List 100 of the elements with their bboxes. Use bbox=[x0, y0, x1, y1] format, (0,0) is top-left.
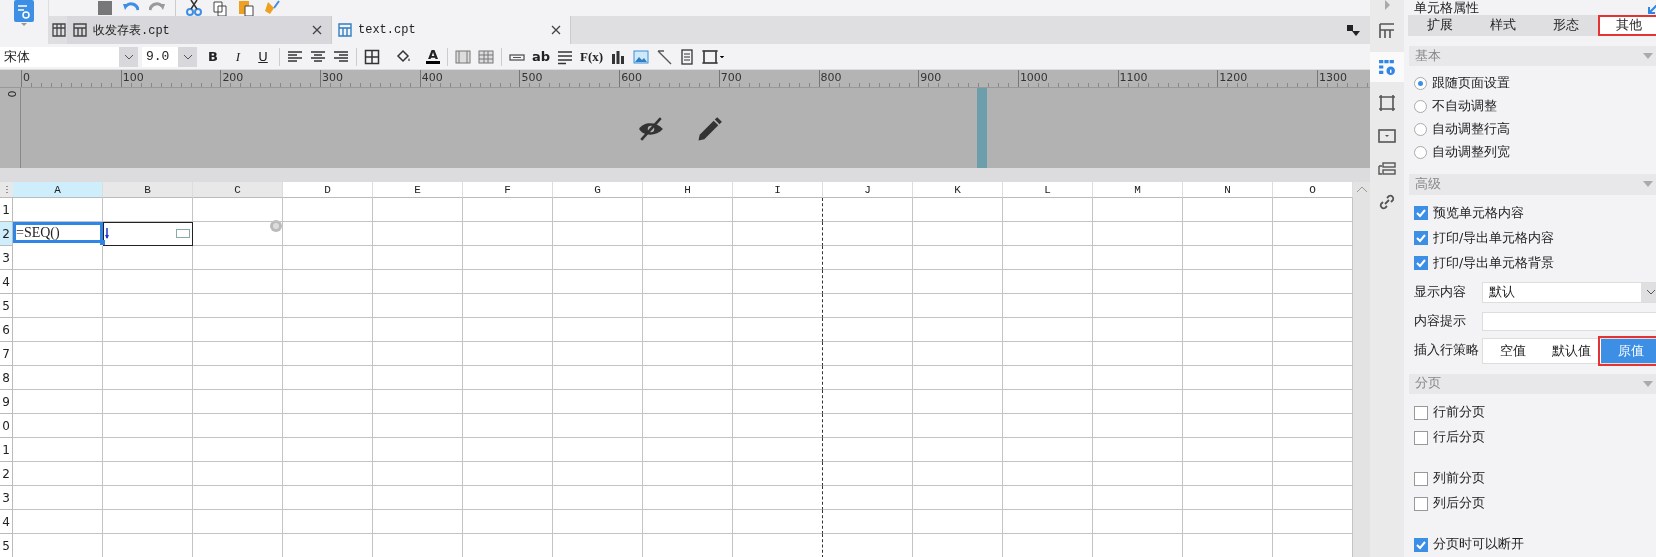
property-tab[interactable]: 扩展 bbox=[1408, 14, 1472, 36]
underline-button[interactable]: U bbox=[254, 49, 272, 64]
document-tab[interactable]: 收发存表.cpt bbox=[67, 16, 332, 44]
input-field[interactable] bbox=[1482, 311, 1656, 331]
column-header[interactable]: L bbox=[1003, 182, 1093, 198]
row-header[interactable]: 2 bbox=[0, 462, 13, 486]
checkbox[interactable] bbox=[1414, 537, 1428, 552]
property-tab[interactable]: 其他 bbox=[1597, 14, 1656, 36]
radio-button[interactable] bbox=[1414, 100, 1427, 114]
report-icon[interactable] bbox=[679, 48, 696, 65]
copy-icon[interactable] bbox=[212, 0, 228, 16]
column-header[interactable]: M bbox=[1093, 182, 1183, 198]
radio-button[interactable] bbox=[1414, 77, 1427, 91]
radio-button[interactable] bbox=[1414, 123, 1427, 137]
table-cell[interactable]: =SEQ() bbox=[13, 222, 103, 243]
column-header[interactable]: O bbox=[1273, 182, 1353, 198]
column-header[interactable]: J bbox=[823, 182, 913, 198]
text-button[interactable]: ab bbox=[532, 49, 551, 64]
checkbox[interactable] bbox=[1414, 471, 1428, 486]
table-cell[interactable] bbox=[103, 222, 193, 246]
align-center-icon[interactable] bbox=[310, 48, 326, 65]
brush-icon[interactable] bbox=[264, 0, 280, 16]
report-designer-icon[interactable] bbox=[13, 0, 35, 22]
dropdown-box-icon[interactable] bbox=[1378, 127, 1396, 145]
checkbox[interactable] bbox=[1414, 231, 1428, 246]
layout-icon[interactable] bbox=[1378, 22, 1396, 40]
crop-frame-icon[interactable] bbox=[1378, 94, 1396, 112]
align-left-icon[interactable] bbox=[287, 48, 303, 65]
checkbox[interactable] bbox=[1414, 496, 1428, 511]
checkbox[interactable] bbox=[1414, 405, 1428, 420]
merge-cells-icon[interactable] bbox=[455, 48, 472, 65]
drag-handle-icon[interactable] bbox=[4, 185, 9, 194]
bold-button[interactable]: B bbox=[204, 49, 222, 64]
column-header[interactable]: G bbox=[553, 182, 643, 198]
caret-icon[interactable] bbox=[1643, 380, 1653, 387]
font-size-select[interactable]: 9.0 bbox=[142, 46, 197, 67]
page-boundary-marker[interactable] bbox=[977, 88, 987, 168]
caret-icon[interactable] bbox=[1643, 181, 1653, 188]
row-header[interactable]: 5 bbox=[0, 294, 13, 318]
checkbox[interactable] bbox=[1414, 206, 1428, 221]
sheet-corner[interactable] bbox=[0, 182, 13, 198]
bar-chart-icon[interactable] bbox=[610, 48, 627, 65]
formula-button[interactable]: F(x) bbox=[580, 48, 604, 65]
link-icon[interactable] bbox=[1378, 193, 1396, 211]
scroll-up-icon[interactable] bbox=[1355, 186, 1368, 193]
table-icon[interactable] bbox=[478, 48, 495, 65]
gear-icon[interactable] bbox=[268, 218, 284, 234]
close-icon[interactable] bbox=[550, 24, 562, 36]
row-header[interactable]: 7 bbox=[0, 342, 13, 366]
column-header[interactable]: A bbox=[13, 182, 103, 198]
frame-icon[interactable] bbox=[702, 48, 727, 65]
row-header[interactable]: 3 bbox=[0, 486, 13, 510]
column-header[interactable]: I bbox=[733, 182, 823, 198]
column-header[interactable]: F bbox=[463, 182, 553, 198]
column-header[interactable]: E bbox=[373, 182, 463, 198]
row-header[interactable]: 9 bbox=[0, 390, 13, 414]
row-header[interactable]: 4 bbox=[0, 270, 13, 294]
column-header[interactable]: H bbox=[643, 182, 733, 198]
row-header[interactable]: 2 bbox=[0, 222, 13, 246]
row-header[interactable]: 1 bbox=[0, 198, 13, 222]
save-icon[interactable] bbox=[97, 0, 113, 16]
row-header[interactable]: 5 bbox=[0, 534, 13, 557]
italic-button[interactable]: I bbox=[229, 48, 247, 65]
segment-option[interactable]: 默认值 bbox=[1542, 338, 1601, 363]
radio-label: 自动调整列宽 bbox=[1432, 144, 1510, 162]
expand-arrow-icon[interactable] bbox=[1383, 0, 1391, 10]
display-select[interactable]: 默认 bbox=[1482, 281, 1656, 303]
column-header[interactable]: C bbox=[193, 182, 283, 198]
caret-icon[interactable] bbox=[1643, 53, 1653, 59]
row-header[interactable]: 3 bbox=[0, 246, 13, 270]
slash-line-icon[interactable] bbox=[656, 48, 673, 65]
document-tab[interactable]: text.cpt bbox=[332, 16, 571, 44]
cell-marker-icon[interactable] bbox=[105, 227, 109, 240]
cell-info-icon[interactable] bbox=[1378, 58, 1396, 76]
close-icon[interactable] bbox=[311, 24, 323, 36]
small-box-icon[interactable] bbox=[176, 229, 190, 238]
radio-button[interactable] bbox=[1414, 146, 1427, 160]
property-tab[interactable]: 形态 bbox=[1534, 14, 1598, 36]
align-right-icon[interactable] bbox=[333, 48, 349, 65]
font-select[interactable]: 宋体 bbox=[0, 46, 138, 67]
font-color-button[interactable]: A bbox=[426, 49, 441, 64]
row-header[interactable]: 8 bbox=[0, 366, 13, 390]
segment-option[interactable]: 空值 bbox=[1483, 338, 1542, 363]
property-tab[interactable]: 样式 bbox=[1471, 14, 1535, 36]
row-header[interactable]: 4 bbox=[0, 510, 13, 534]
row-header[interactable]: 6 bbox=[0, 318, 13, 342]
widget-icon[interactable] bbox=[1378, 160, 1396, 178]
image-icon[interactable] bbox=[633, 48, 650, 65]
row-header[interactable]: 1 bbox=[0, 438, 13, 462]
paste-icon[interactable] bbox=[238, 0, 254, 16]
column-header[interactable]: D bbox=[283, 182, 373, 198]
column-header[interactable]: B bbox=[103, 182, 193, 198]
cut-icon[interactable] bbox=[186, 0, 202, 16]
text-lines-icon[interactable] bbox=[557, 48, 574, 65]
sheet-menu-icon[interactable] bbox=[1346, 23, 1360, 37]
checkbox[interactable] bbox=[1414, 256, 1428, 271]
checkbox[interactable] bbox=[1414, 430, 1428, 445]
row-header[interactable]: 0 bbox=[0, 414, 13, 438]
column-header[interactable]: N bbox=[1183, 182, 1273, 198]
column-header[interactable]: K bbox=[913, 182, 1003, 198]
